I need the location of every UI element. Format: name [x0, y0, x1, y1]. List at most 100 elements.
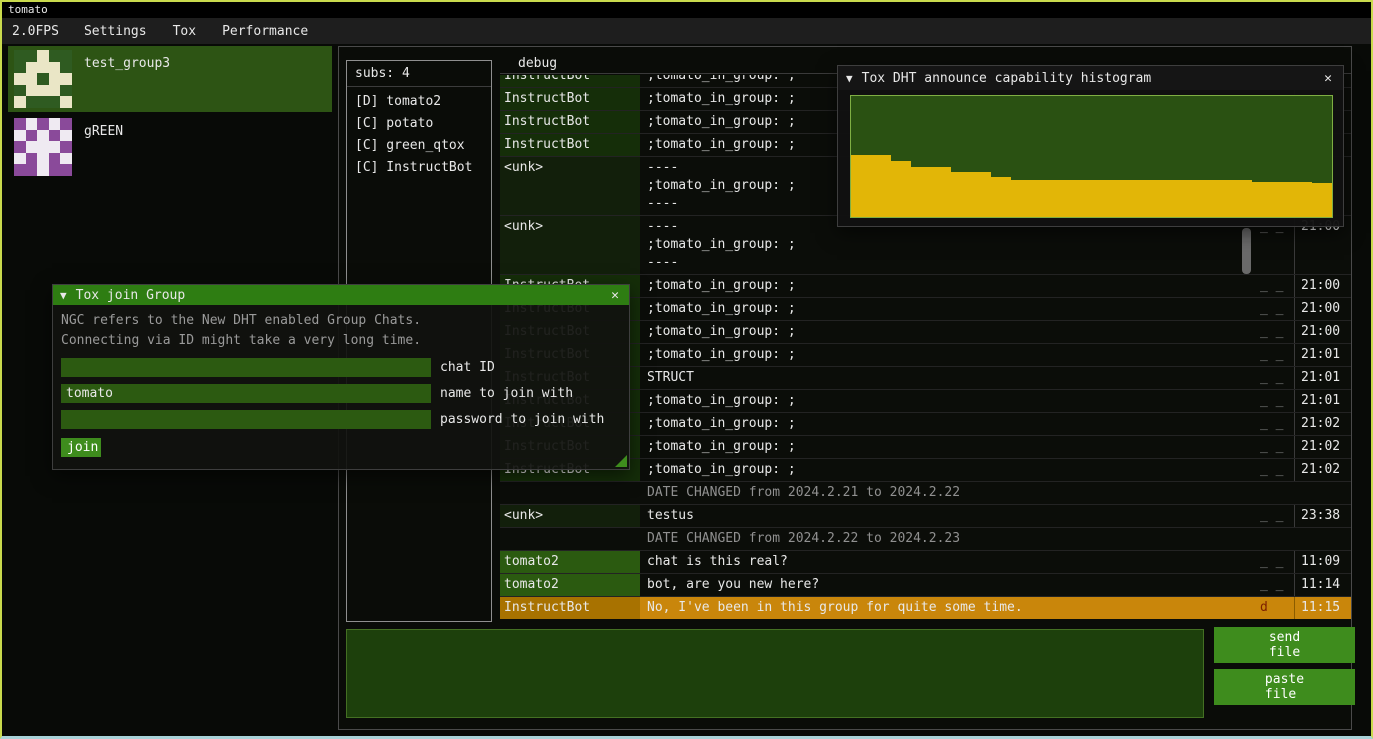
join-field-input-name-to-join-with[interactable] — [61, 384, 431, 403]
date-changed-row[interactable]: DATE CHANGED from 2024.2.22 to 2024.2.23 — [500, 527, 1351, 550]
member-item[interactable]: [D] tomato2 — [347, 91, 491, 113]
sender-name — [500, 528, 640, 550]
message-time: 21:01 — [1294, 344, 1351, 366]
histogram-bar — [1152, 180, 1172, 218]
avatar-pixel — [49, 96, 61, 108]
avatar-pixel — [60, 85, 72, 97]
date-changed-row[interactable]: DATE CHANGED from 2024.2.21 to 2024.2.22 — [500, 481, 1351, 504]
avatar-pixel — [14, 73, 26, 85]
avatar-pixel — [49, 130, 61, 142]
histogram-bar — [891, 161, 911, 217]
join-field-input-chat-ID[interactable] — [61, 358, 431, 377]
message-text: ;tomato_in_group: ; — [640, 390, 1260, 412]
message-input[interactable] — [346, 629, 1204, 718]
avatar-pixel — [37, 153, 49, 165]
histogram-bar — [1212, 180, 1232, 218]
member-item[interactable]: [C] potato — [347, 113, 491, 135]
message-row[interactable]: <unk>testus_ _23:38 — [500, 504, 1351, 527]
menu-item-performance[interactable]: Performance — [209, 20, 321, 43]
close-icon[interactable]: ✕ — [1321, 71, 1335, 86]
sender-name — [500, 482, 640, 504]
group-row-gREEN[interactable]: gREEN — [8, 114, 332, 180]
message-time: 21:02 — [1294, 436, 1351, 458]
join-field-label: name to join with — [440, 386, 573, 401]
message-time: 21:01 — [1294, 367, 1351, 389]
avatar-pixel — [14, 141, 26, 153]
message-text: ;tomato_in_group: ; — [640, 298, 1260, 320]
avatar-pixel — [26, 164, 38, 176]
group-name: gREEN — [84, 124, 123, 180]
avatar-pixel — [26, 141, 38, 153]
message-flags: _ _ — [1260, 275, 1294, 297]
message-time: 11:14 — [1294, 574, 1351, 596]
histogram-bar — [1172, 180, 1192, 218]
avatar-pixel — [14, 164, 26, 176]
message-flags: _ _ — [1260, 574, 1294, 596]
avatar-pixel — [14, 96, 26, 108]
join-field-label: password to join with — [440, 412, 604, 427]
sender-name: <unk> — [500, 505, 640, 527]
avatar-pixel — [26, 96, 38, 108]
join-group-title: Tox join Group — [76, 288, 609, 303]
resize-grip-icon[interactable] — [615, 455, 627, 467]
avatar-pixel — [60, 118, 72, 130]
avatar-pixel — [37, 130, 49, 142]
tab-debug[interactable]: debug — [500, 54, 557, 73]
avatar-pixel — [26, 85, 38, 97]
join-group-body: NGC refers to the New DHT enabled Group … — [53, 305, 629, 463]
join-field-input-password-to-join-with[interactable] — [61, 410, 431, 429]
join-group-titlebar[interactable]: ▼ Tox join Group ✕ — [53, 285, 629, 305]
histogram-bar — [871, 155, 891, 217]
dht-histogram-window: ▼ Tox DHT announce capability histogram … — [837, 65, 1344, 227]
dht-histogram-titlebar[interactable]: ▼ Tox DHT announce capability histogram … — [838, 66, 1343, 90]
join-button[interactable]: join — [61, 438, 101, 457]
paste-file-button[interactable]: paste file — [1214, 669, 1355, 705]
chat-scrollbar-thumb[interactable] — [1242, 228, 1251, 274]
message-text: ;tomato_in_group: ; — [640, 275, 1260, 297]
collapse-icon[interactable]: ▼ — [60, 289, 67, 302]
fps-counter: 2.0FPS — [2, 24, 71, 39]
member-item[interactable]: [C] green_qtox — [347, 135, 491, 157]
avatar-pixel — [60, 141, 72, 153]
histogram-bar — [1232, 180, 1252, 218]
avatar-pixel — [14, 62, 26, 74]
avatar-pixel — [49, 62, 61, 74]
message-flags: d — [1260, 597, 1294, 619]
message-row[interactable]: InstructBotNo, I've been in this group f… — [500, 596, 1351, 619]
menu-item-tox[interactable]: Tox — [160, 20, 209, 43]
message-text: bot, are you new here? — [640, 574, 1260, 596]
group-row-test_group3[interactable]: test_group3 — [8, 46, 332, 112]
avatar-pixel — [26, 62, 38, 74]
avatar-pixel — [60, 164, 72, 176]
member-item[interactable]: [C] InstructBot — [347, 157, 491, 179]
avatar-pixel — [60, 130, 72, 142]
avatar-pixel — [49, 85, 61, 97]
avatar-pixel — [14, 153, 26, 165]
avatar-pixel — [60, 50, 72, 62]
message-text: testus — [640, 505, 1260, 527]
avatar-pixel — [26, 50, 38, 62]
window-title: tomato — [2, 2, 1371, 18]
message-row[interactable]: tomato2bot, are you new here?_ _11:14 — [500, 573, 1351, 596]
histogram-bar — [1011, 180, 1031, 218]
histogram-bar — [951, 172, 971, 217]
close-icon[interactable]: ✕ — [608, 288, 622, 303]
avatar-pixel — [60, 73, 72, 85]
histogram-bar — [971, 172, 991, 217]
member-list: [D] tomato2[C] potato[C] green_qtox[C] I… — [347, 91, 491, 179]
date-changed-text: DATE CHANGED from 2024.2.22 to 2024.2.23 — [640, 528, 1351, 550]
histogram-bar — [851, 155, 871, 217]
send-file-button[interactable]: send file — [1214, 627, 1355, 663]
avatar-pixel — [49, 73, 61, 85]
sender-name: <unk> — [500, 216, 640, 274]
menu-item-settings[interactable]: Settings — [71, 20, 160, 43]
join-field-row: chat ID — [61, 358, 621, 377]
join-group-window: ▼ Tox join Group ✕ NGC refers to the New… — [52, 284, 630, 470]
sender-name: tomato2 — [500, 574, 640, 596]
avatar-pixel — [14, 50, 26, 62]
sender-name: InstructBot — [500, 111, 640, 133]
collapse-icon[interactable]: ▼ — [846, 72, 853, 85]
message-row[interactable]: tomato2chat is this real?_ _11:09 — [500, 550, 1351, 573]
group-avatar — [14, 50, 72, 108]
join-field-row: name to join with — [61, 384, 621, 403]
